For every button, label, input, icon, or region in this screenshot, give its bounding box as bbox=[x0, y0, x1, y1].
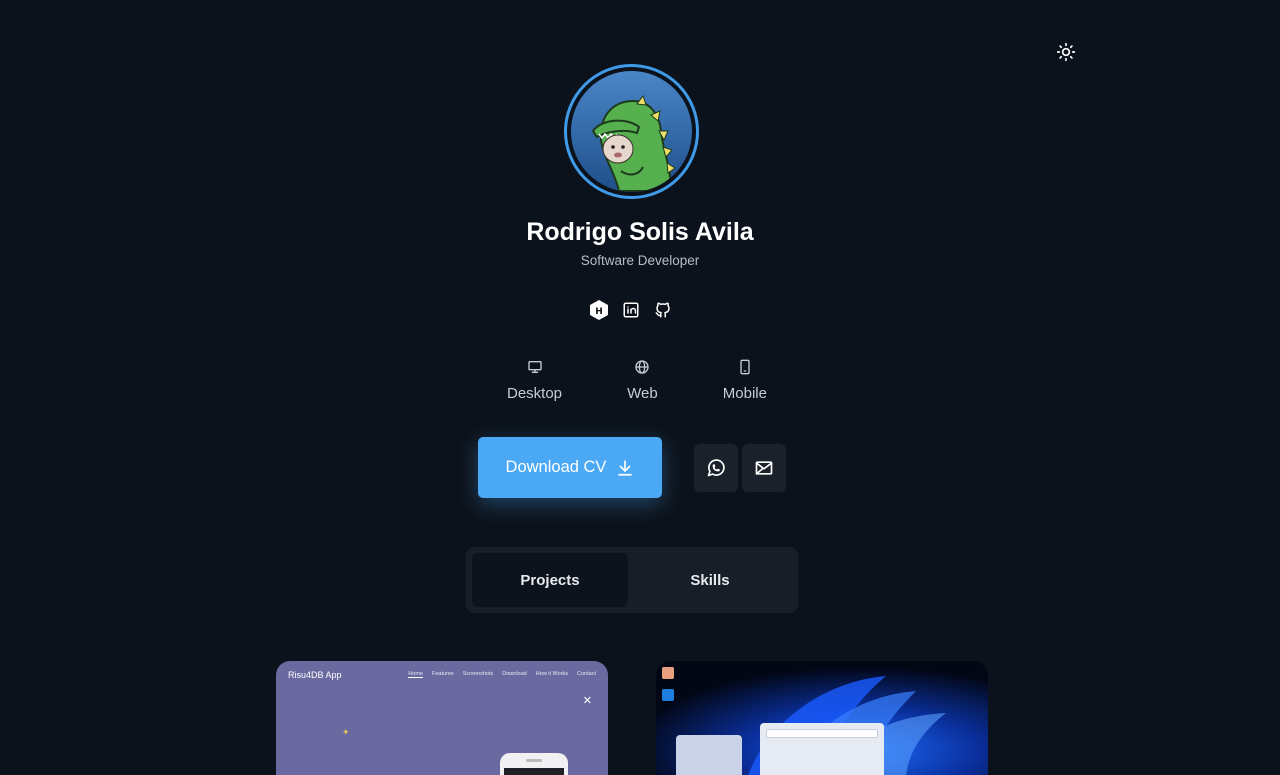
download-cv-button[interactable]: Download CV bbox=[478, 437, 662, 498]
profile-name: Rodrigo Solis Avila bbox=[526, 218, 754, 246]
hashnode-icon: H bbox=[590, 300, 608, 320]
project-card-risu4db[interactable]: Risu4DB App Home Features Screenshots Do… bbox=[276, 661, 608, 775]
platform-desktop: Desktop bbox=[507, 358, 562, 402]
tomatodo-icon[interactable] bbox=[662, 667, 674, 679]
mail-send-icon bbox=[755, 461, 773, 475]
tab-projects[interactable]: Projects bbox=[472, 553, 628, 607]
download-icon bbox=[618, 459, 633, 476]
project-card-desktop-app[interactable] bbox=[656, 661, 988, 775]
linkedin-link[interactable] bbox=[620, 299, 642, 321]
github-link[interactable] bbox=[652, 299, 674, 321]
section-tabs: Projects Skills bbox=[466, 547, 798, 613]
svg-text:H: H bbox=[595, 307, 603, 317]
preview-nav-item: Home bbox=[408, 671, 423, 678]
portfolio-page: Rodrigo Solis Avila Software Developer H bbox=[0, 0, 1280, 775]
preview-nav-item: Contact bbox=[577, 671, 596, 677]
app-window-main bbox=[760, 723, 884, 775]
smartphone-icon bbox=[740, 359, 750, 375]
app-window-small bbox=[676, 735, 742, 775]
platform-mobile: Mobile bbox=[723, 358, 767, 402]
project-preview-brand: Risu4DB App bbox=[288, 670, 342, 680]
avatar-image bbox=[571, 71, 692, 192]
platform-label: Desktop bbox=[507, 385, 563, 402]
platform-label: Web bbox=[627, 385, 658, 402]
platform-web: Web bbox=[627, 358, 658, 402]
vscode-icon[interactable] bbox=[662, 689, 674, 701]
profile-role: Software Developer bbox=[580, 253, 700, 268]
platform-list: Desktop Web Mobile bbox=[507, 358, 767, 402]
phone-mockup bbox=[500, 753, 568, 775]
preview-nav-item: Features bbox=[431, 671, 454, 677]
close-icon: ✕ bbox=[582, 695, 592, 707]
sparkle-icon: ✦ bbox=[342, 727, 350, 737]
social-links: H bbox=[588, 298, 674, 322]
platform-label: Mobile bbox=[722, 385, 767, 402]
hashnode-link[interactable]: H bbox=[588, 299, 610, 321]
linkedin-icon bbox=[623, 302, 639, 318]
tab-skills[interactable]: Skills bbox=[628, 553, 792, 607]
email-button[interactable] bbox=[742, 444, 786, 492]
preview-nav-item: How it Works bbox=[535, 671, 569, 677]
whatsapp-button[interactable] bbox=[694, 444, 738, 492]
monitor-icon bbox=[527, 361, 542, 373]
avatar bbox=[564, 64, 699, 199]
theme-toggle-button[interactable] bbox=[1054, 40, 1078, 64]
project-preview-nav: Home Features Screenshots Download How i… bbox=[408, 671, 596, 678]
download-cv-label: Download CV bbox=[505, 458, 607, 476]
whatsapp-icon bbox=[707, 459, 725, 477]
sun-icon bbox=[1056, 42, 1076, 62]
globe-icon bbox=[635, 360, 650, 374]
github-icon bbox=[655, 302, 670, 318]
project-preview-navbar: Risu4DB App Home Features Screenshots Do… bbox=[276, 661, 608, 689]
preview-nav-item: Screenshots bbox=[462, 671, 494, 677]
preview-nav-item: Download bbox=[502, 671, 527, 677]
